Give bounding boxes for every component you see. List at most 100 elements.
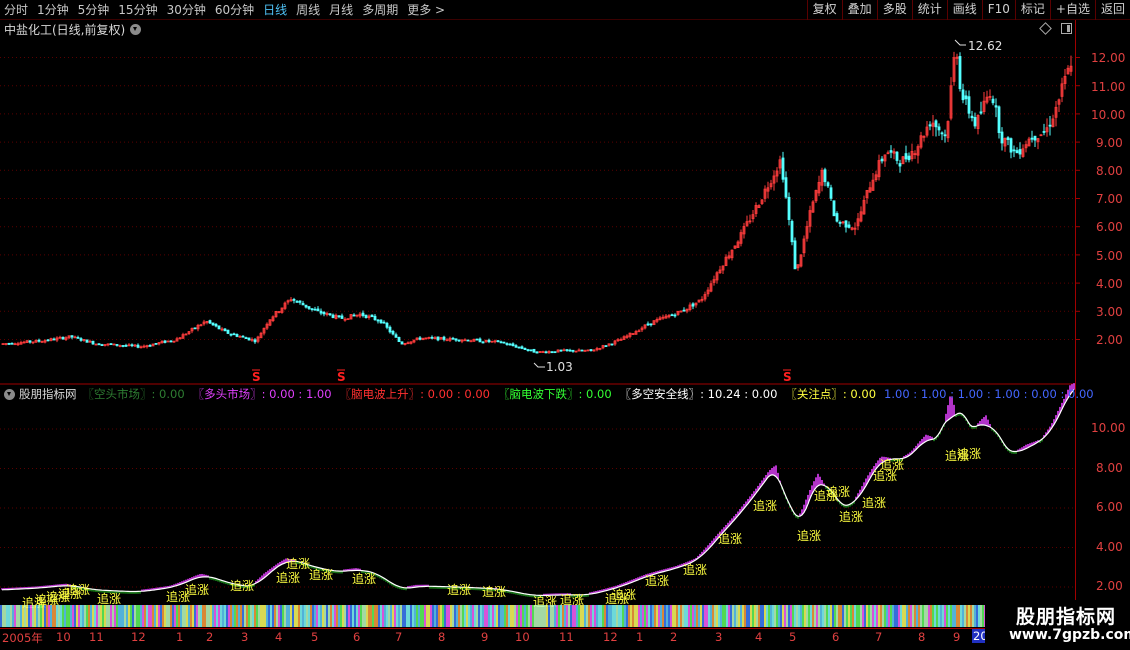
candle-body [535, 351, 539, 354]
time-tick: 8 [438, 630, 446, 644]
candle-body [1012, 149, 1016, 152]
signal-strip-bar [614, 605, 616, 627]
signal-strip-bar [458, 605, 460, 627]
signal-strip-bar [962, 605, 964, 627]
signal-strip-bar [732, 605, 734, 627]
time-tick: 7 [875, 630, 883, 644]
signal-strip-bar [206, 605, 208, 627]
signal-strip-bar [266, 605, 268, 627]
signal-strip-bar [96, 605, 98, 627]
candle-body [970, 115, 974, 119]
signal-strip-bar [470, 605, 472, 627]
indicator-dropdown-icon[interactable] [4, 388, 15, 400]
indicator-name[interactable]: 股朋指标网 [19, 386, 77, 402]
signal-strip-bar [694, 605, 696, 627]
signal-strip-bar [888, 605, 890, 627]
signal-strip-bar [144, 605, 146, 627]
candle-body [889, 150, 893, 153]
chase-signal-label: 追涨 [447, 582, 471, 597]
signal-strip-bar [158, 605, 160, 627]
signal-strip-bar [58, 605, 60, 627]
signal-strip-bar [572, 605, 574, 627]
signal-strip-bar [340, 605, 342, 627]
signal-strip-bar [976, 605, 978, 627]
chase-signal-label: 追涨 [753, 498, 777, 513]
price-tick: 9.00 [1096, 136, 1123, 150]
time-axis: 2005年 10 11 12 1 2 3 4 5 6 7 8 9 10 11 1… [0, 629, 989, 645]
signal-strip-bar [354, 605, 356, 627]
chart-canvas[interactable]: SSS 追涨追涨追涨追涨追涨追涨 追涨追涨 追涨追涨追涨追涨 追涨追涨 追涨追涨 追涨 追涨… [0, 0, 1130, 650]
signal-strip-bar [402, 605, 404, 627]
signal-strip-bar [874, 605, 876, 627]
candle-body [514, 345, 518, 348]
signal-strip-bar [822, 605, 824, 627]
candle-body [880, 158, 884, 162]
signal-strip-bar [930, 605, 932, 627]
signal-strip-bar [784, 605, 786, 627]
signal-strip-bar [332, 605, 334, 627]
signal-strip-bar [316, 605, 318, 627]
signal-strip-bar [894, 605, 896, 627]
chase-signal-label: 追涨 [880, 457, 904, 472]
chase-signal-label: 追涨 [352, 571, 376, 586]
signal-strip-bar [436, 605, 438, 627]
signal-strip-bar [752, 605, 754, 627]
signal-strip-bar [336, 605, 338, 627]
candle-body [301, 302, 305, 306]
signal-strip-bar [324, 605, 326, 627]
candle-body [670, 314, 674, 317]
signal-strip-bar [18, 605, 20, 627]
candle-body [517, 346, 521, 349]
signal-strip-bar [84, 605, 86, 627]
signal-strip-bar [32, 605, 34, 627]
signal-strip-bar [168, 605, 170, 627]
signal-strip-bar [958, 605, 960, 627]
time-tick: 12 [131, 630, 146, 644]
candle-body [223, 328, 227, 332]
signal-strip-bar [130, 605, 132, 627]
signal-strip-bar [492, 605, 494, 627]
chase-signal-label: 追涨 [560, 592, 584, 607]
price-tick: 5.00 [1096, 249, 1123, 263]
signal-strip-bar [408, 605, 410, 627]
chase-signal-label: 追涨 [645, 573, 669, 588]
signal-strip-bar [330, 605, 332, 627]
candle-body [481, 341, 485, 344]
signal-strip-bar [514, 605, 516, 627]
signal-strip-bar [174, 605, 176, 627]
signal-strip-bar [122, 605, 124, 627]
candle-body [295, 301, 299, 303]
signal-strip-bar [210, 605, 212, 627]
signal-strip-bar [60, 605, 62, 627]
signal-strip-bar [662, 605, 664, 627]
signal-strip-bar [132, 605, 134, 627]
signal-strip-bar [278, 605, 280, 627]
signal-strip-bar [612, 605, 614, 627]
signal-strip-bar [272, 605, 274, 627]
candle-body [451, 337, 455, 340]
signal-strip-bar [286, 605, 288, 627]
chase-signal-label: 追涨 [286, 556, 310, 571]
time-tick: 4 [275, 630, 283, 644]
signal-strip-bar [660, 605, 662, 627]
candle-body [928, 124, 932, 127]
candle-body [307, 306, 311, 309]
candle-body [934, 120, 938, 128]
chase-signal-label: 追涨 [839, 509, 863, 524]
signal-strip-bar [22, 605, 24, 627]
candle-body [895, 151, 899, 161]
signal-strip-bar [362, 605, 364, 627]
signal-strip-bar [600, 605, 602, 627]
signal-strip-bar [594, 605, 596, 627]
signal-strip-bar [300, 605, 302, 627]
signal-strip-bar [740, 605, 742, 627]
candle-body [376, 319, 380, 322]
candle-body [1018, 149, 1022, 155]
signal-strip-bar [112, 605, 114, 627]
signal-strip-bar [74, 605, 76, 627]
signal-strip-bar [520, 605, 522, 627]
signal-strip-bar [478, 605, 480, 627]
signal-strip-bar [956, 605, 958, 627]
signal-strip-bar [738, 605, 740, 627]
signal-strip-bar [292, 605, 294, 627]
